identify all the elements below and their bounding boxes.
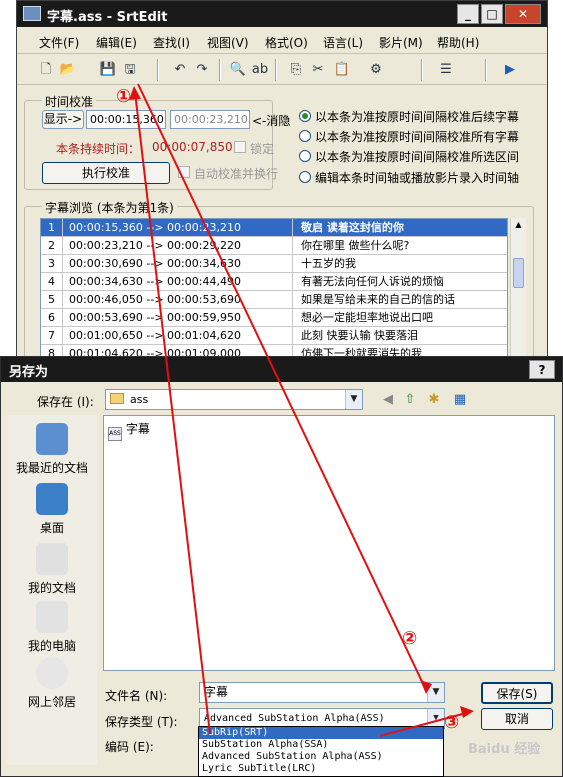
annotation-step-2: ② xyxy=(402,628,418,649)
watermark: Baidu 经验 xyxy=(468,742,541,757)
arrow-head-1 xyxy=(420,680,432,694)
arrow-head-2 xyxy=(460,706,474,718)
annotation-step-1: ① xyxy=(116,86,132,107)
annotation-arrows xyxy=(129,83,474,737)
arrow-line-1 xyxy=(137,83,427,691)
arrow-line-3 xyxy=(134,91,211,735)
annotation-step-3: ③ xyxy=(444,712,460,733)
